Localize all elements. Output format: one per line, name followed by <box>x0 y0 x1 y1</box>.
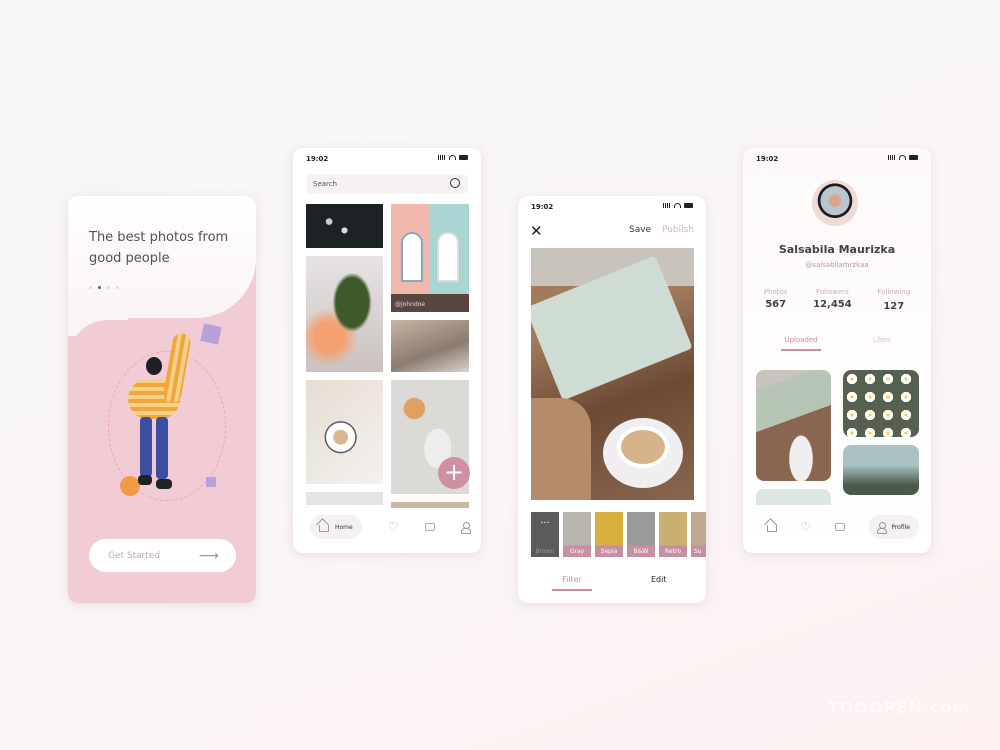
filter-sepia[interactable]: Sepia <box>595 512 623 557</box>
nav-home[interactable]: Home <box>310 515 362 539</box>
stat-followers[interactable]: Followers 12,454 <box>813 288 852 312</box>
user-icon[interactable] <box>461 522 471 534</box>
close-icon[interactable]: ✕ <box>530 222 543 240</box>
stat-photos[interactable]: Photos 567 <box>764 288 788 312</box>
uploaded-photo-agave[interactable] <box>843 445 919 495</box>
status-bar: 19:02 <box>531 203 693 213</box>
bottom-nav: Home ♡ <box>310 515 471 539</box>
photo-daisies[interactable] <box>306 204 383 248</box>
tab-filter[interactable]: Filter <box>552 575 592 591</box>
folder-icon[interactable] <box>834 523 845 531</box>
photo-credit[interactable]: @johndoe <box>395 301 425 308</box>
uploaded-photo-book[interactable] <box>756 370 831 481</box>
filter-brown[interactable]: ··· Brown <box>531 512 559 557</box>
profile-stats: Photos 567 Followers 12,454 Following 127 <box>751 288 923 312</box>
avatar[interactable] <box>812 180 858 226</box>
filter-su[interactable]: Su <box>691 512 706 557</box>
photo-blanket-book[interactable] <box>391 320 469 372</box>
publish-button[interactable]: Publish <box>662 225 694 235</box>
photo-doors[interactable]: @johndoe <box>391 204 469 312</box>
watermark: TOOOPEN.com <box>828 698 970 717</box>
status-bar: 19:02 <box>306 155 468 165</box>
photo-plant-lights[interactable] <box>306 256 383 372</box>
search-icon[interactable] <box>450 178 460 188</box>
save-button[interactable]: Save <box>629 225 651 235</box>
editor-screen: 19:02 ✕ Save Publish ··· Brown Gray Sepia… <box>518 196 706 603</box>
edited-photo <box>531 248 694 500</box>
get-started-button[interactable]: Get Started ⟶ <box>89 539 236 572</box>
arrow-right-icon: ⟶ <box>198 547 219 564</box>
character-illustration <box>98 321 238 521</box>
uploaded-photo-daisies[interactable] <box>843 370 919 437</box>
folder-icon[interactable] <box>424 523 435 531</box>
bottom-nav: ♡ Profile <box>767 515 919 539</box>
filter-gray[interactable]: Gray <box>563 512 591 557</box>
uploaded-photo-clipped[interactable] <box>756 489 831 505</box>
home-icon[interactable] <box>767 525 777 532</box>
profile-handle: @salsabilamrzkaa <box>805 261 869 269</box>
tab-likes[interactable]: Likes <box>873 336 891 344</box>
stat-following[interactable]: Following 127 <box>877 288 910 312</box>
heart-icon[interactable]: ♡ <box>388 521 399 533</box>
filter-retro[interactable]: Retro <box>659 512 687 557</box>
nav-profile[interactable]: Profile <box>868 515 919 539</box>
page-dots[interactable] <box>89 286 119 289</box>
tab-uploaded[interactable]: Uploaded <box>781 336 821 351</box>
profile-name: Salsabila Maurizka <box>778 243 896 256</box>
home-screen: 19:02 Search @johndoe + Home ♡ <box>293 148 481 553</box>
tab-edit[interactable]: Edit <box>651 575 667 584</box>
photo-clipped-left[interactable] <box>306 492 383 505</box>
more-icon: ··· <box>540 518 550 529</box>
home-icon <box>319 525 329 532</box>
profile-screen: 19:02 Salsabila Maurizka @salsabilamrzka… <box>743 148 931 553</box>
filter-strip: ··· Brown Gray Sepia B&W Retro Su <box>531 512 706 557</box>
filter-bw[interactable]: B&W <box>627 512 655 557</box>
add-photo-button[interactable]: + <box>438 457 470 489</box>
photo-clipped-right[interactable] <box>391 502 469 508</box>
heart-icon[interactable]: ♡ <box>801 521 812 533</box>
onboarding-title: The best photos from good people <box>89 230 229 266</box>
status-bar: 19:02 <box>756 155 918 165</box>
search-input[interactable]: Search <box>306 174 468 194</box>
user-icon <box>877 522 888 534</box>
photo-coffee-bed[interactable] <box>306 380 383 484</box>
onboarding-screen: The best photos from good people Get Sta… <box>68 196 256 603</box>
plus-icon: + <box>443 458 465 486</box>
